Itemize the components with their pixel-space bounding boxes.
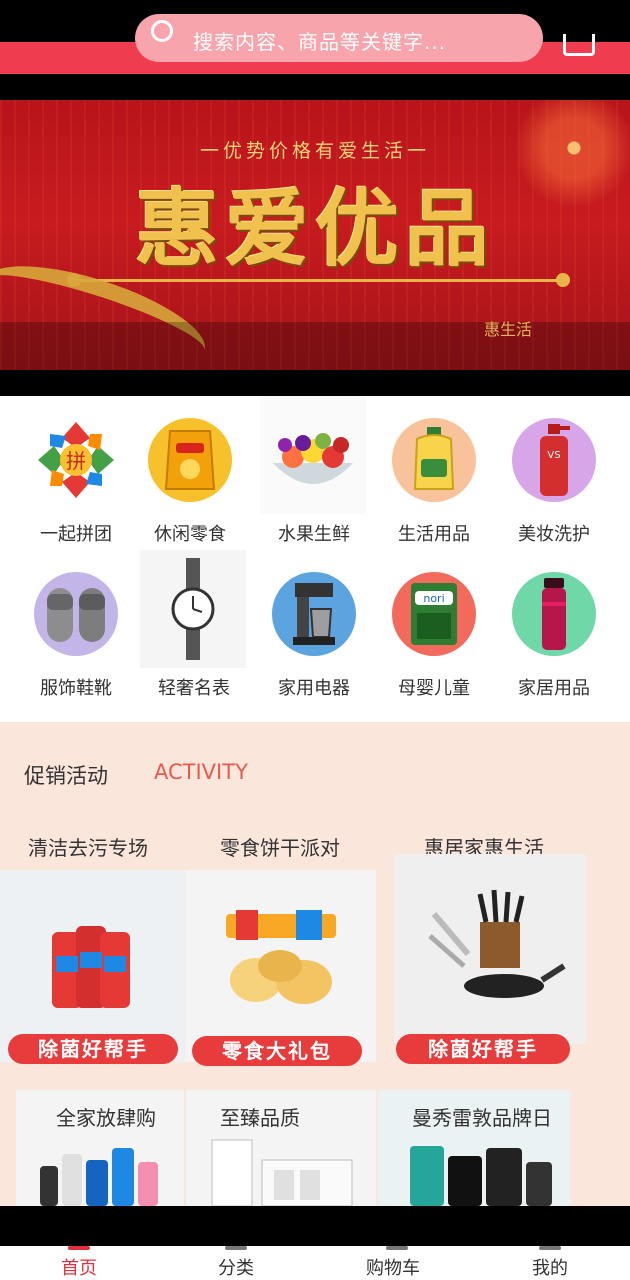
promo-card-home[interactable] — [394, 854, 586, 1044]
banner-mark: 惠生活 — [484, 320, 533, 339]
coffee-maker-icon — [272, 572, 356, 656]
promo-title: 促销活动 — [24, 764, 108, 788]
promo-card-family[interactable]: 全家放肆购 — [16, 1090, 184, 1206]
category-item[interactable]: nori 母婴儿童 — [374, 550, 494, 700]
thermos-icon — [512, 572, 596, 656]
category-label: 美妆洗护 — [518, 524, 590, 545]
user-icon — [539, 1246, 561, 1250]
category-label: 家用电器 — [278, 678, 350, 699]
search-bar[interactable]: 搜索内容、商品等关键字... — [135, 14, 543, 62]
oil-bottle-icon — [392, 418, 476, 502]
banner-line — [74, 279, 564, 282]
nav-cart[interactable]: 购物车 — [333, 1254, 453, 1280]
home-icon — [68, 1246, 90, 1250]
search-placeholder: 搜索内容、商品等关键字... — [193, 30, 447, 54]
svg-text:VS: VS — [547, 450, 560, 461]
watch-icon — [140, 550, 246, 668]
shampoo-icon: VS — [512, 418, 596, 502]
banner-dot — [556, 273, 570, 287]
fruit-icon — [260, 396, 366, 514]
category-item[interactable]: 水果生鲜 — [254, 396, 374, 546]
promo-banner[interactable]: 一优势价格有爱生活一 惠爱优品 惠生活 — [0, 100, 630, 370]
category-label: 家居用品 — [518, 678, 590, 699]
card-tag: 除菌好帮手 — [396, 1034, 570, 1064]
nav-mine[interactable]: 我的 — [490, 1254, 610, 1280]
category-label: 生活用品 — [398, 524, 470, 545]
promotion-section: 促销活动 ACTIVITY 清洁去污专场 除菌好帮手 零食饼干派对 零食大礼包 … — [0, 722, 630, 1206]
seaweed-snack-icon: nori — [392, 572, 476, 656]
promo-card-quality[interactable]: 至臻品质 — [186, 1090, 376, 1206]
banner-shadow — [0, 322, 630, 370]
divider — [0, 74, 630, 100]
category-item[interactable]: VS 美妆洗护 — [494, 396, 614, 546]
category-label: 一起拼团 — [40, 524, 112, 545]
bottom-nav: 首页 分类 购物车 我的 — [0, 1246, 630, 1280]
group-buy-icon: 拼 — [34, 418, 118, 502]
category-label: 休闲零食 — [154, 524, 226, 545]
category-icon — [225, 1246, 247, 1250]
message-icon[interactable] — [563, 34, 595, 56]
category-item[interactable]: 家用电器 — [254, 550, 374, 700]
category-item[interactable]: 家居用品 — [494, 550, 614, 700]
nav-home[interactable]: 首页 — [19, 1254, 139, 1280]
card-title: 零食饼干派对 — [220, 836, 340, 860]
category-item[interactable]: 轻奢名表 — [134, 550, 254, 700]
card-tag: 除菌好帮手 — [8, 1034, 178, 1064]
divider — [0, 370, 630, 396]
cart-icon — [386, 1246, 408, 1250]
promo-card-snacks[interactable] — [186, 870, 376, 1062]
banner-subtitle: 一优势价格有爱生活一 — [199, 140, 430, 162]
promo-card-brand-day[interactable]: 曼秀雷敦品牌日 — [378, 1090, 570, 1206]
svg-text:nori: nori — [423, 592, 444, 605]
snack-icon — [148, 418, 232, 502]
banner-title: 惠爱优品 — [134, 180, 495, 278]
card-tag: 零食大礼包 — [192, 1036, 362, 1066]
promo-title-en: ACTIVITY — [154, 760, 248, 784]
category-label: 服饰鞋靴 — [40, 678, 112, 699]
category-label: 水果生鲜 — [278, 524, 350, 545]
category-grid: 拼 一起拼团 休闲零食 水果生鲜 生活用品 VS 美妆洗护 服饰鞋靴 轻奢名表 … — [0, 396, 630, 722]
category-label: 母婴儿童 — [398, 678, 470, 699]
nav-category[interactable]: 分类 — [176, 1254, 296, 1280]
category-item[interactable]: 拼 一起拼团 — [16, 396, 136, 546]
category-item[interactable]: 生活用品 — [374, 396, 494, 546]
card-title: 清洁去污专场 — [28, 836, 148, 860]
system-overlay — [0, 1206, 630, 1246]
category-label: 轻奢名表 — [158, 678, 230, 699]
category-item[interactable]: 服饰鞋靴 — [16, 550, 136, 700]
slipper-icon — [34, 572, 118, 656]
category-item[interactable]: 休闲零食 — [130, 396, 250, 546]
svg-text:拼: 拼 — [66, 449, 86, 473]
search-icon — [151, 20, 173, 42]
